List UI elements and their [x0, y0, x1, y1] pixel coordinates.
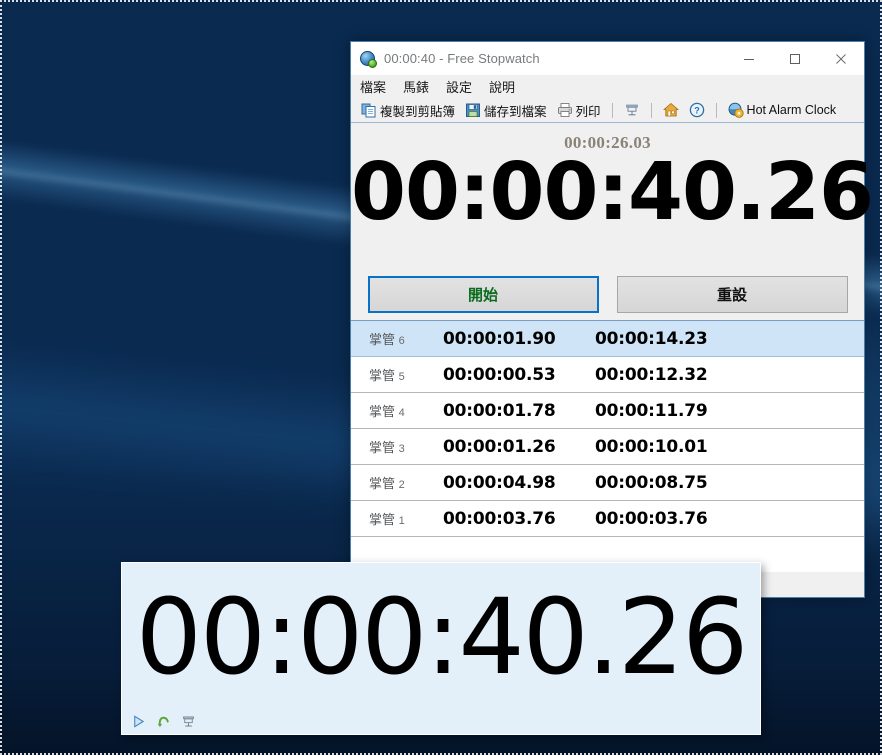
reset-button[interactable]: 重設	[616, 275, 848, 313]
lap-label: 掌管 1	[369, 512, 405, 527]
lap-row[interactable]: 掌管 3 00:00:01.26 00:00:10.01	[351, 429, 864, 465]
floating-stopwatch-overlay[interactable]: 00:00:40.26	[121, 562, 761, 735]
lap-total-time: 00:00:08.75	[595, 472, 708, 493]
help-button[interactable]: ?	[684, 99, 710, 121]
lap-split-time: 00:00:01.78	[443, 400, 556, 421]
lap-total-time: 00:00:14.23	[595, 328, 708, 349]
toolbar-separator	[715, 102, 717, 118]
reset-loop-icon[interactable]	[156, 714, 171, 729]
lap-row[interactable]: 掌管 6 00:00:01.90 00:00:14.23	[351, 321, 864, 357]
lap-total-time: 00:00:10.01	[595, 436, 708, 457]
lap-split-time: 00:00:03.76	[443, 508, 556, 529]
close-icon[interactable]	[818, 42, 864, 75]
lap-label: 掌管 5	[369, 368, 405, 383]
lap-flag-icon[interactable]	[181, 714, 196, 729]
hot-alarm-clock-label: Hot Alarm Clock	[746, 103, 837, 117]
toolbar-separator	[611, 102, 613, 118]
control-button-row: 開始 重設	[351, 268, 864, 320]
lap-label: 掌管 6	[369, 332, 405, 347]
lap-label: 掌管 3	[369, 440, 405, 455]
menu-stopwatch[interactable]: 馬錶	[403, 77, 429, 96]
lap-row[interactable]: 掌管 1 00:00:03.76 00:00:03.76	[351, 501, 864, 537]
play-triangle-icon[interactable]	[131, 714, 146, 729]
print-button[interactable]: 列印	[552, 99, 606, 121]
lap-total-time: 00:00:12.32	[595, 364, 708, 385]
lap-split-time: 00:00:01.90	[443, 328, 556, 349]
save-to-file-label: 儲存到檔案	[484, 104, 547, 119]
lap-total-time: 00:00:03.76	[595, 508, 708, 529]
start-button[interactable]: 開始	[367, 275, 599, 313]
overlay-icon-bar	[131, 714, 196, 729]
lap-row[interactable]: 掌管 5 00:00:00.53 00:00:12.32	[351, 357, 864, 393]
copy-icon	[361, 103, 376, 118]
main-time-display: 00:00:40.26	[351, 146, 874, 238]
lap-label: 掌管 4	[369, 404, 405, 419]
lap-row[interactable]: 掌管 2 00:00:04.98 00:00:08.75	[351, 465, 864, 501]
svg-text:?: ?	[694, 106, 700, 116]
time-display-area: 00:00:26.03 00:00:40.26	[351, 123, 874, 268]
hot-alarm-clock-button[interactable]: Hot Alarm Clock	[723, 99, 842, 121]
printer-icon	[557, 103, 572, 117]
lap-number: 3	[398, 443, 405, 455]
menu-settings[interactable]: 設定	[446, 77, 472, 96]
copy-to-clipboard-label: 複製到剪貼簿	[380, 104, 456, 119]
help-question-icon: ?	[689, 102, 704, 118]
lap-number: 2	[398, 479, 405, 491]
overlay-time-display: 00:00:40.26	[135, 576, 748, 698]
lap-split-time: 00:00:04.98	[443, 472, 556, 493]
menu-file[interactable]: 檔案	[360, 77, 386, 96]
floppy-save-icon	[466, 103, 481, 117]
copy-to-clipboard-button[interactable]: 複製到剪貼簿	[356, 99, 460, 121]
lap-number: 1	[398, 515, 405, 527]
lap-button[interactable]	[619, 99, 645, 121]
lap-number: 6	[398, 335, 405, 347]
save-to-file-button[interactable]: 儲存到檔案	[460, 99, 552, 121]
lap-row[interactable]: 掌管 4 00:00:01.78 00:00:11.79	[351, 393, 864, 429]
home-icon	[662, 102, 679, 117]
print-label: 列印	[575, 104, 601, 119]
window-titlebar[interactable]: 00:00:40 - Free Stopwatch	[351, 42, 864, 75]
lap-label: 掌管 2	[369, 476, 405, 491]
maximize-icon[interactable]	[772, 42, 818, 75]
free-stopwatch-window: 00:00:40 - Free Stopwatch 檔案 馬錶 設定 說明 複製…	[350, 41, 874, 598]
hot-alarm-clock-icon	[728, 102, 744, 118]
menu-help[interactable]: 說明	[489, 77, 515, 96]
lap-number: 5	[398, 371, 405, 383]
lap-flag-icon	[625, 104, 638, 116]
lap-split-time: 00:00:01.26	[443, 436, 556, 457]
lap-list[interactable]: 掌管 6 00:00:01.90 00:00:14.23 掌管 5 00:00:00.5…	[351, 320, 864, 572]
lap-number: 4	[398, 407, 405, 419]
stopwatch-globe-icon	[360, 50, 377, 68]
minimize-icon[interactable]	[726, 42, 772, 75]
lap-split-time: 00:00:00.53	[443, 364, 556, 385]
window-controls	[726, 42, 864, 75]
menubar: 檔案 馬錶 設定 說明	[351, 75, 864, 98]
toolbar: 複製到剪貼簿 儲存到檔案 列印 ? Hot Alarm Clock	[351, 98, 864, 123]
window-title: 00:00:40 - Free Stopwatch	[384, 51, 540, 66]
toolbar-separator	[650, 102, 652, 118]
lap-total-time: 00:00:11.79	[595, 400, 708, 421]
home-button[interactable]	[658, 99, 684, 121]
